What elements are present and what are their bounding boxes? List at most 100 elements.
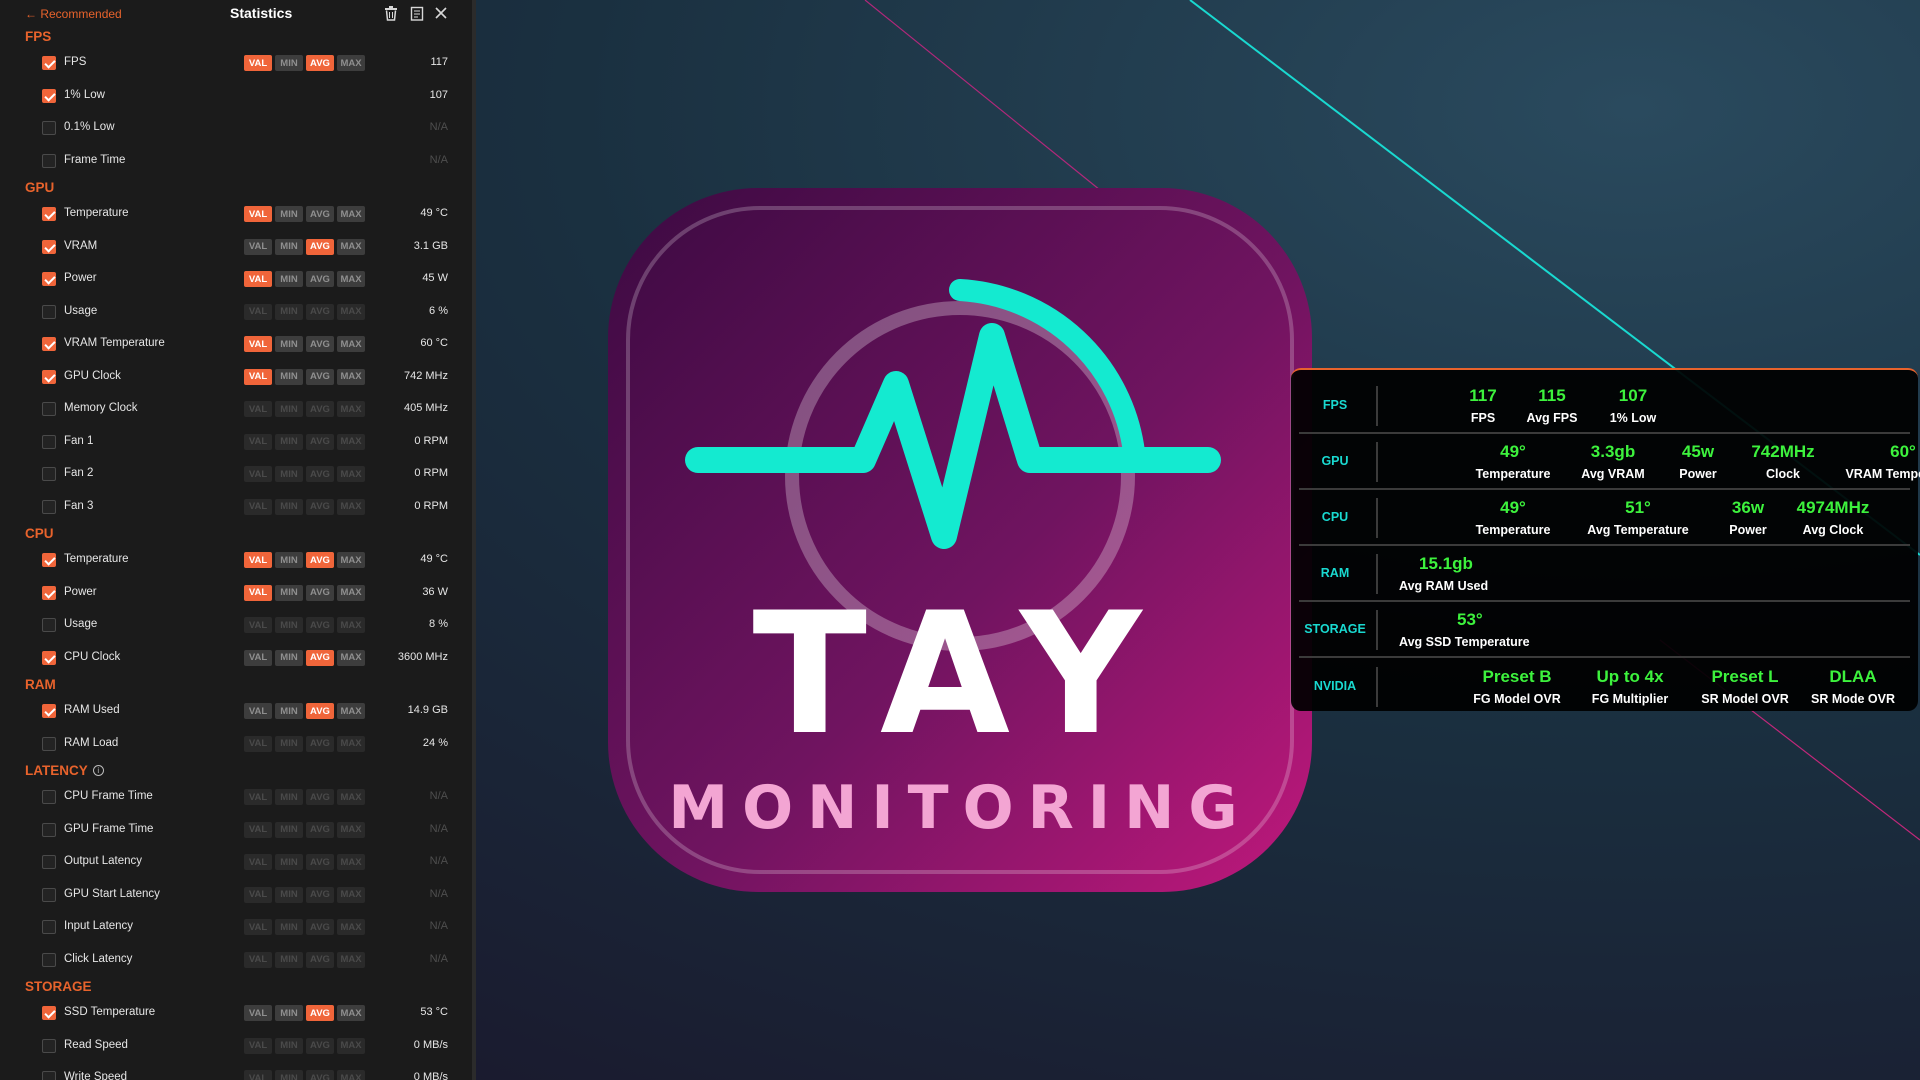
- pill-avg-button[interactable]: AVG: [306, 433, 334, 450]
- pill-avg-button[interactable]: AVG: [306, 951, 334, 968]
- pill-max-button[interactable]: MAX: [337, 821, 365, 838]
- pill-max-button[interactable]: MAX: [337, 401, 365, 417]
- stat-checkbox[interactable]: [42, 585, 56, 600]
- pill-val-button[interactable]: VAL: [244, 584, 272, 601]
- pill-min-button[interactable]: MIN: [275, 498, 303, 515]
- stat-checkbox[interactable]: [42, 239, 56, 254]
- pill-avg-button[interactable]: AVG: [306, 55, 334, 71]
- pill-min-button[interactable]: MIN: [275, 303, 303, 320]
- pill-max-button[interactable]: MAX: [337, 1037, 365, 1054]
- pill-min-button[interactable]: MIN: [275, 336, 303, 352]
- pill-max-button[interactable]: MAX: [337, 584, 365, 601]
- pill-max-button[interactable]: MAX: [337, 951, 365, 968]
- pill-val-button[interactable]: VAL: [244, 433, 272, 450]
- pill-val-button[interactable]: VAL: [244, 1070, 272, 1080]
- pill-val-button[interactable]: VAL: [244, 206, 272, 222]
- stat-checkbox[interactable]: [42, 56, 56, 70]
- pill-max-button[interactable]: MAX: [337, 919, 365, 935]
- close-icon[interactable]: [432, 4, 450, 22]
- pill-min-button[interactable]: MIN: [275, 584, 303, 601]
- pill-min-button[interactable]: MIN: [275, 951, 303, 968]
- stat-checkbox[interactable]: [42, 402, 56, 416]
- stat-checkbox[interactable]: [42, 920, 56, 934]
- pill-val-button[interactable]: VAL: [244, 238, 272, 255]
- pill-min-button[interactable]: MIN: [275, 466, 303, 482]
- stat-checkbox[interactable]: [42, 952, 56, 967]
- trash-icon[interactable]: [382, 4, 400, 22]
- stat-checkbox[interactable]: [42, 207, 56, 221]
- pill-avg-button[interactable]: AVG: [306, 886, 334, 903]
- pill-val-button[interactable]: VAL: [244, 552, 272, 568]
- pill-min-button[interactable]: MIN: [275, 1005, 303, 1021]
- stat-checkbox[interactable]: [42, 1006, 56, 1020]
- pill-avg-button[interactable]: AVG: [306, 649, 334, 666]
- pill-max-button[interactable]: MAX: [337, 789, 365, 805]
- pill-val-button[interactable]: VAL: [244, 886, 272, 903]
- pill-max-button[interactable]: MAX: [337, 703, 365, 719]
- pill-avg-button[interactable]: AVG: [306, 368, 334, 385]
- pill-min-button[interactable]: MIN: [275, 55, 303, 71]
- pill-val-button[interactable]: VAL: [244, 789, 272, 805]
- pill-min-button[interactable]: MIN: [275, 854, 303, 870]
- pill-max-button[interactable]: MAX: [337, 303, 365, 320]
- pill-val-button[interactable]: VAL: [244, 735, 272, 752]
- stat-checkbox[interactable]: [42, 650, 56, 665]
- pill-val-button[interactable]: VAL: [244, 466, 272, 482]
- pill-min-button[interactable]: MIN: [275, 649, 303, 666]
- stat-checkbox[interactable]: [42, 790, 56, 804]
- pill-avg-button[interactable]: AVG: [306, 854, 334, 870]
- pill-val-button[interactable]: VAL: [244, 649, 272, 666]
- pill-val-button[interactable]: VAL: [244, 498, 272, 515]
- pill-avg-button[interactable]: AVG: [306, 401, 334, 417]
- pill-avg-button[interactable]: AVG: [306, 821, 334, 838]
- pill-min-button[interactable]: MIN: [275, 821, 303, 838]
- pill-val-button[interactable]: VAL: [244, 1037, 272, 1054]
- pill-avg-button[interactable]: AVG: [306, 466, 334, 482]
- pill-avg-button[interactable]: AVG: [306, 271, 334, 287]
- stat-checkbox[interactable]: [42, 88, 56, 103]
- pill-avg-button[interactable]: AVG: [306, 584, 334, 601]
- stat-checkbox[interactable]: [42, 1038, 56, 1053]
- pill-max-button[interactable]: MAX: [337, 617, 365, 633]
- stat-checkbox[interactable]: [42, 272, 56, 286]
- pill-min-button[interactable]: MIN: [275, 886, 303, 903]
- pill-min-button[interactable]: MIN: [275, 919, 303, 935]
- pill-avg-button[interactable]: AVG: [306, 1070, 334, 1080]
- pill-min-button[interactable]: MIN: [275, 1037, 303, 1054]
- pill-val-button[interactable]: VAL: [244, 617, 272, 633]
- pill-max-button[interactable]: MAX: [337, 238, 365, 255]
- pill-avg-button[interactable]: AVG: [306, 498, 334, 515]
- pill-val-button[interactable]: VAL: [244, 336, 272, 352]
- stat-checkbox[interactable]: [42, 337, 56, 351]
- pill-max-button[interactable]: MAX: [337, 1005, 365, 1021]
- pill-min-button[interactable]: MIN: [275, 238, 303, 255]
- pill-val-button[interactable]: VAL: [244, 821, 272, 838]
- stat-checkbox[interactable]: [42, 153, 56, 168]
- stat-checkbox[interactable]: [42, 304, 56, 319]
- pill-max-button[interactable]: MAX: [337, 498, 365, 515]
- pill-val-button[interactable]: VAL: [244, 1005, 272, 1021]
- pill-avg-button[interactable]: AVG: [306, 206, 334, 222]
- stat-checkbox[interactable]: [42, 704, 56, 718]
- pill-avg-button[interactable]: AVG: [306, 238, 334, 255]
- stat-checkbox[interactable]: [42, 369, 56, 384]
- pill-min-button[interactable]: MIN: [275, 617, 303, 633]
- pill-avg-button[interactable]: AVG: [306, 303, 334, 320]
- pill-val-button[interactable]: VAL: [244, 951, 272, 968]
- pill-min-button[interactable]: MIN: [275, 735, 303, 752]
- pill-max-button[interactable]: MAX: [337, 552, 365, 568]
- pill-min-button[interactable]: MIN: [275, 271, 303, 287]
- back-to-recommended-link[interactable]: ← Recommended: [25, 7, 122, 21]
- stat-checkbox[interactable]: [42, 618, 56, 632]
- pill-min-button[interactable]: MIN: [275, 552, 303, 568]
- pill-max-button[interactable]: MAX: [337, 336, 365, 352]
- stat-checkbox[interactable]: [42, 121, 56, 135]
- pill-min-button[interactable]: MIN: [275, 368, 303, 385]
- pill-max-button[interactable]: MAX: [337, 466, 365, 482]
- stat-checkbox[interactable]: [42, 887, 56, 902]
- pill-max-button[interactable]: MAX: [337, 854, 365, 870]
- pill-val-button[interactable]: VAL: [244, 303, 272, 320]
- pill-max-button[interactable]: MAX: [337, 433, 365, 450]
- stat-checkbox[interactable]: [42, 467, 56, 481]
- pill-min-button[interactable]: MIN: [275, 789, 303, 805]
